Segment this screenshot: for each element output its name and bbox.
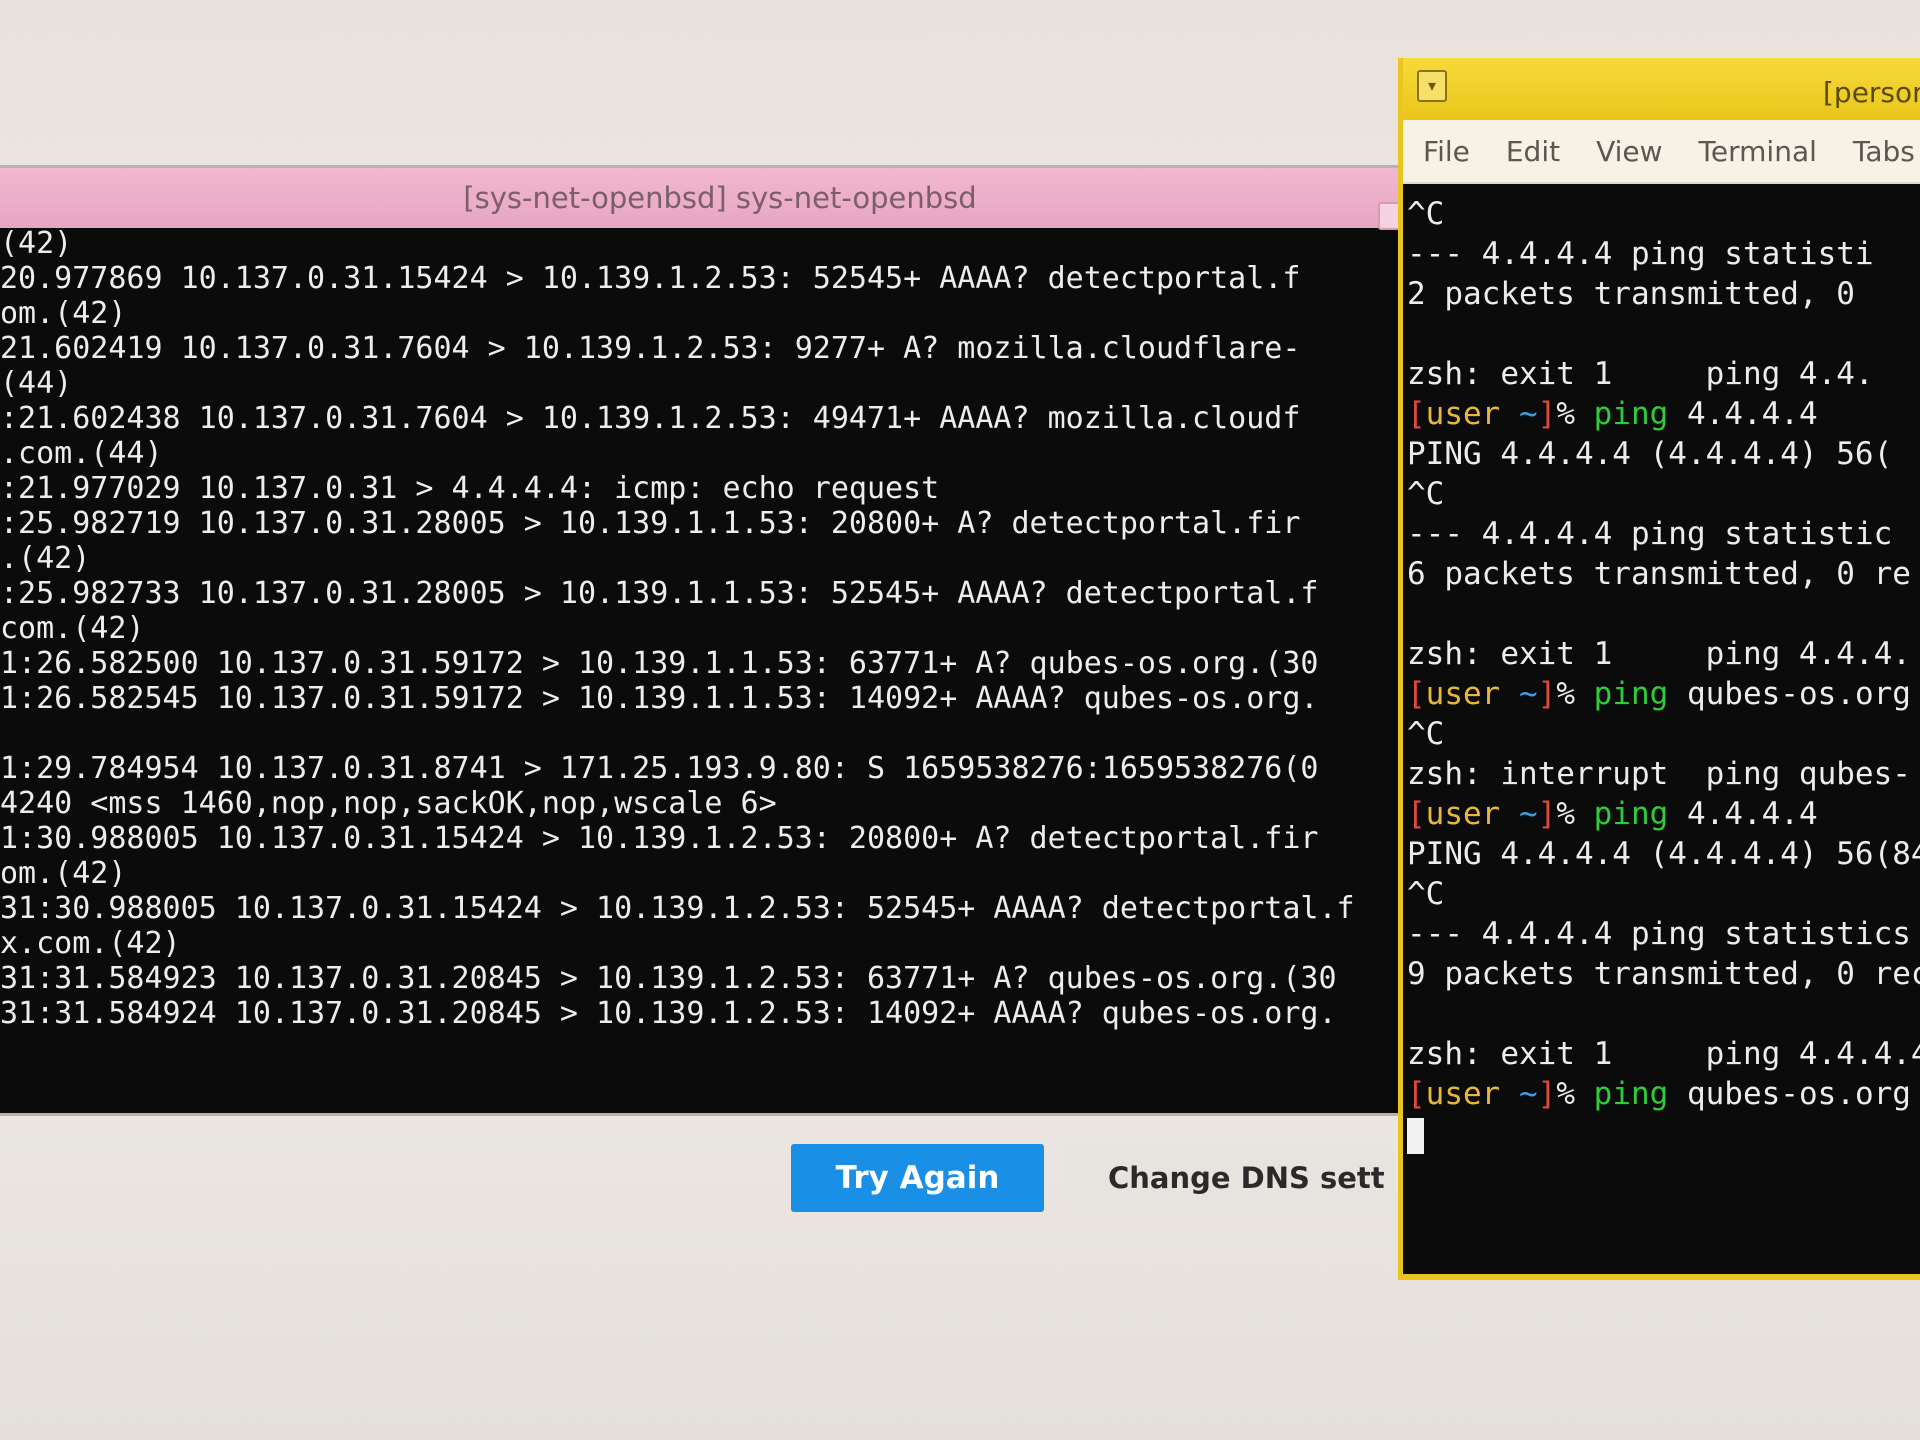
output-line: --- 4.4.4.4 ping statisti [1407,236,1874,272]
tcpdump-line: (44) [0,366,73,401]
prompt-symbol: % [1556,796,1594,832]
prompt-user: user [1425,676,1501,712]
personal-titlebar[interactable]: ▾ [persona [1403,58,1920,120]
output-line: 2 packets transmitted, 0 [1407,276,1855,312]
tcpdump-line: om.(42) [0,856,127,891]
prompt-bracket: ] [1537,396,1557,432]
tcpdump-line: (42) [0,226,73,261]
tcpdump-line: 31:31.584923 10.137.0.31.20845 > 10.139.… [0,961,1337,996]
output-line: PING 4.4.4.4 (4.4.4.4) 56(84 [1407,836,1920,872]
output-line: --- 4.4.4.4 ping statistics [1407,916,1911,952]
prompt-command: ping [1593,796,1669,832]
try-again-button[interactable]: Try Again [791,1144,1044,1212]
tcpdump-output[interactable]: (42) 20.977869 10.137.0.31.15424 > 10.139… [0,170,1440,1106]
tcpdump-line: om.(42) [0,296,127,331]
tcpdump-line: 21.602419 10.137.0.31.7604 > 10.139.1.2.… [0,331,1301,366]
prompt-symbol: % [1556,676,1594,712]
tcpdump-line: 1:30.988005 10.137.0.31.15424 > 10.139.1… [0,821,1319,856]
output-line: zsh: exit 1 ping 4.4. [1407,356,1874,392]
cursor-line [1407,1114,1920,1154]
tcpdump-line: :21.602438 10.137.0.31.7604 > 10.139.1.2… [0,401,1301,436]
prompt-bracket: ] [1537,1076,1557,1112]
prompt-directory: ~ [1500,676,1538,712]
sys-net-terminal-window[interactable]: [sys-net-openbsd] sys-net-openbsd (42) 20… [0,168,1440,1113]
output-line: zsh: exit 1 ping 4.4.4. [1407,636,1911,672]
change-dns-settings-button[interactable]: Change DNS sett [1063,1144,1393,1212]
menu-tabs[interactable]: Tabs [1853,135,1915,168]
menu-edit[interactable]: Edit [1506,135,1560,168]
output-line: ^C [1407,716,1445,752]
prompt-line: [user ~]% ping 4.4.4.4 [1407,794,1920,834]
output-line: zsh: exit 1 ping 4.4.4.4 [1407,1036,1920,1072]
prompt-bracket: [ [1407,796,1426,832]
prompt-line: [user ~]% ping qubes-os.org [1407,674,1920,714]
tcpdump-line: :21.977029 10.137.0.31 > 4.4.4.4: icmp: … [0,471,940,506]
prompt-line: [user ~]% ping qubes-os.org [1407,1074,1920,1114]
output-line: PING 4.4.4.4 (4.4.4.4) 56( [1407,436,1893,472]
tcpdump-line: :25.982733 10.137.0.31.28005 > 10.139.1.… [0,576,1319,611]
menu-view[interactable]: View [1596,135,1662,168]
prompt-command: ping [1593,1076,1669,1112]
tcpdump-line: 31:31.584924 10.137.0.31.20845 > 10.139.… [0,996,1337,1031]
output-line: --- 4.4.4.4 ping statistic [1407,516,1893,552]
menubar: File Edit View Terminal Tabs [1403,120,1920,184]
output-line: 6 packets transmitted, 0 re [1407,556,1911,592]
output-line: ^C [1407,876,1445,912]
tcpdump-line [0,716,1440,751]
prompt-user: user [1425,396,1501,432]
prompt-bracket: [ [1407,676,1426,712]
tcpdump-line: 4240 <mss 1460,nop,nop,sackOK,nop,wscale… [0,786,777,821]
output-line: zsh: interrupt ping qubes- [1407,756,1911,792]
tcpdump-line: :25.982719 10.137.0.31.28005 > 10.139.1.… [0,506,1301,541]
prompt-bracket: ] [1537,676,1557,712]
prompt-directory: ~ [1500,796,1538,832]
prompt-bracket: [ [1407,1076,1426,1112]
text-cursor [1407,1117,1424,1154]
tcpdump-line: 31:30.988005 10.137.0.31.15424 > 10.139.… [0,891,1355,926]
tcpdump-line: .(42) [0,541,91,576]
prompt-bracket: ] [1537,796,1557,832]
tcpdump-line: com.(42) [0,611,145,646]
prompt-argument: 4.4.4.4 [1668,796,1818,832]
prompt-command: ping [1593,676,1669,712]
prompt-directory: ~ [1500,396,1538,432]
output-line: ^C [1407,196,1445,232]
menu-terminal[interactable]: Terminal [1699,135,1817,168]
prompt-argument: 4.4.4.4 [1668,396,1818,432]
prompt-user: user [1425,796,1501,832]
tcpdump-line: 1:29.784954 10.137.0.31.8741 > 171.25.19… [0,751,1319,786]
prompt-symbol: % [1556,1076,1594,1112]
tcpdump-line: .com.(44) [0,436,163,471]
prompt-argument: qubes-os.org [1668,1076,1911,1112]
zsh-terminal-output[interactable]: ^C --- 4.4.4.4 ping statisti 2 packets tra… [1403,184,1920,1254]
personal-terminal-window[interactable]: ▾ [persona File Edit View Terminal Tabs ^C --… [1398,58,1920,1280]
tcpdump-line: 20.977869 10.137.0.31.15424 > 10.139.1.2… [0,261,1301,296]
menu-file[interactable]: File [1423,135,1470,168]
prompt-bracket: [ [1407,396,1426,432]
window-title: [persona [1823,76,1920,109]
window-menu-icon[interactable]: ▾ [1417,70,1447,102]
prompt-argument: qubes-os.org [1668,676,1911,712]
output-line: ^C [1407,476,1445,512]
prompt-symbol: % [1556,396,1594,432]
prompt-directory: ~ [1500,1076,1538,1112]
tcpdump-line: x.com.(42) [0,926,181,961]
prompt-line: [user ~]% ping 4.4.4.4 [1407,394,1920,434]
tcpdump-line: 1:26.582500 10.137.0.31.59172 > 10.139.1… [0,646,1319,681]
prompt-command: ping [1593,396,1669,432]
output-line: 9 packets transmitted, 0 rece [1407,956,1920,992]
prompt-user: user [1425,1076,1501,1112]
tcpdump-line: 1:26.582545 10.137.0.31.59172 > 10.139.1… [0,681,1319,716]
